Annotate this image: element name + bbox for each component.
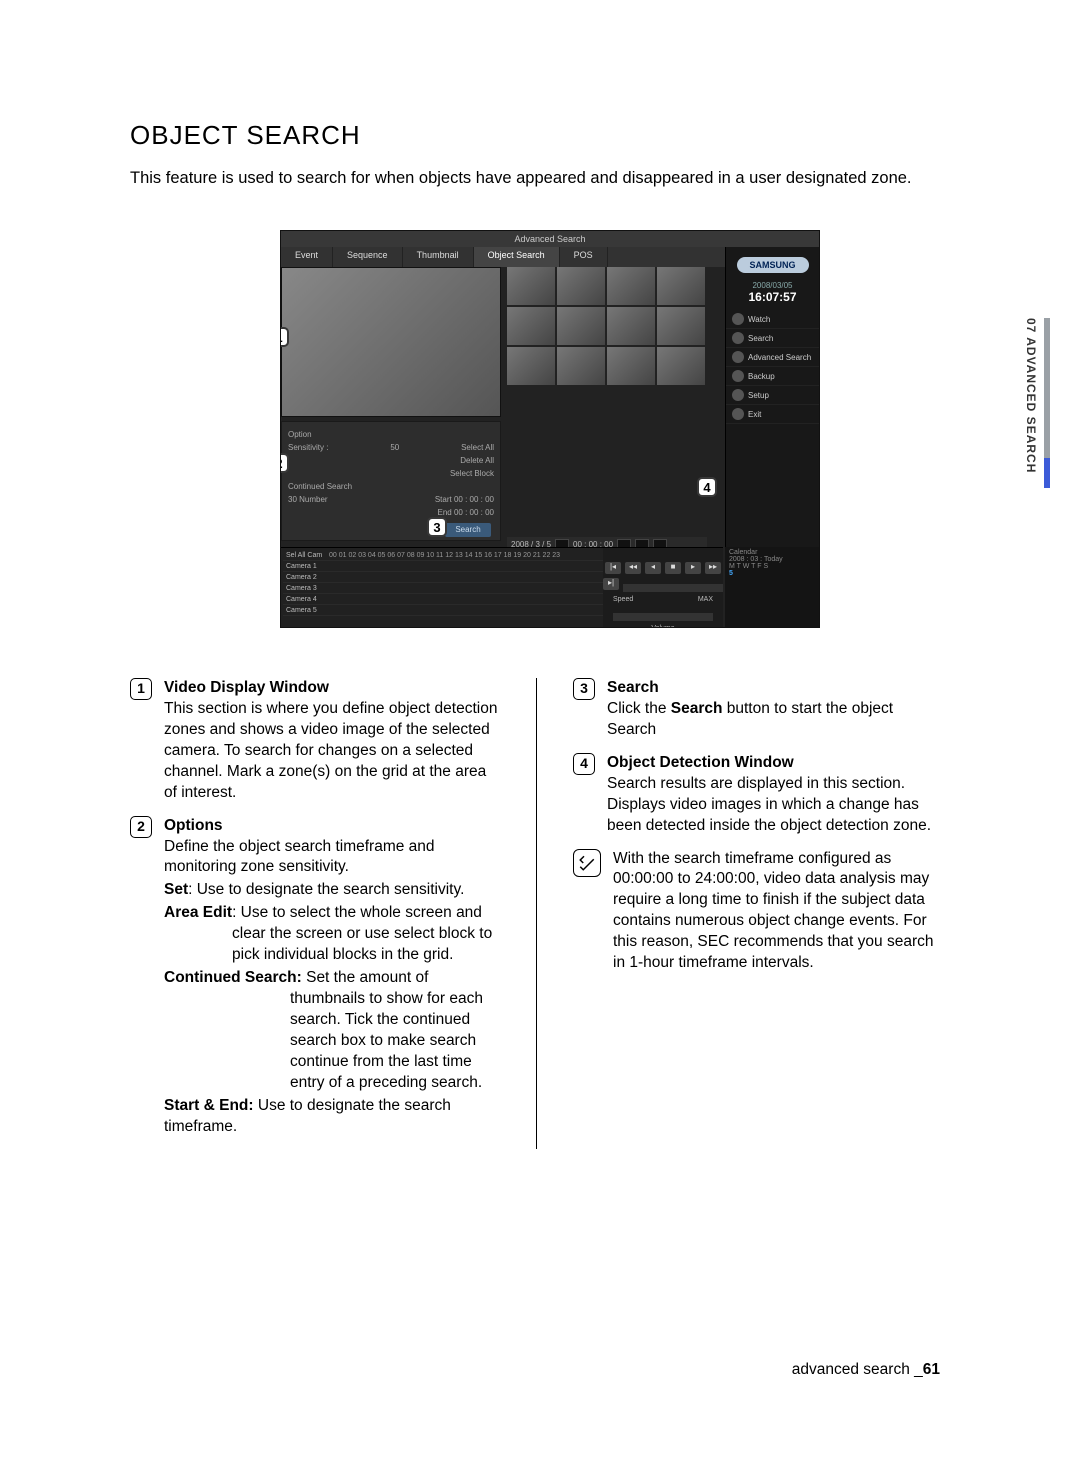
side-tab: 07 ADVANCED SEARCH	[1010, 318, 1050, 488]
play-right-icon[interactable]: ▸	[685, 562, 701, 574]
skip-end-icon[interactable]: ▸|	[603, 578, 619, 590]
tab-pos[interactable]: POS	[560, 247, 608, 267]
sensitivity-value: 50	[390, 443, 399, 452]
legend-body-1: This section is where you define object …	[164, 700, 497, 801]
legend-note: With the search timeframe configured as …	[573, 849, 943, 975]
legend-title-1: Video Display Window	[164, 679, 329, 696]
watch-icon	[732, 313, 744, 325]
calendar-year[interactable]: 2008	[729, 556, 745, 563]
number-value: 30 Number	[288, 495, 328, 504]
stop-icon[interactable]: ■	[665, 562, 681, 574]
legend-badge-1: 1	[130, 678, 152, 700]
calendar-month[interactable]: 03	[750, 556, 758, 563]
playback-controls: |◂ ◂◂ ◂ ■ ▸ ▸▸ ▸| Speed MAX Volume	[603, 547, 723, 627]
start-time-field[interactable]: 00 : 00 : 00	[454, 495, 494, 504]
skip-start-icon[interactable]: |◂	[605, 562, 621, 574]
tab-sequence[interactable]: Sequence	[333, 247, 403, 267]
page-footer: advanced search _61	[792, 1361, 940, 1379]
sensitivity-label: Sensitivity :	[288, 443, 328, 452]
legend-item-3: 3 Search Click the Search button to star…	[573, 678, 943, 741]
camera-row[interactable]: Camera 3	[283, 585, 329, 592]
legend-item-2: 2 Options Define the object search timef…	[130, 816, 500, 1138]
window-title: Advanced Search	[281, 231, 819, 247]
rewind-icon[interactable]: ◂◂	[625, 562, 641, 574]
legend-badge-2: 2	[130, 816, 152, 838]
gear-icon	[732, 389, 744, 401]
legend-title-3: Search	[607, 679, 659, 696]
power-icon	[732, 408, 744, 420]
select-all-button[interactable]: Select All	[461, 443, 494, 452]
legend-body-2: Define the object search timeframe and m…	[164, 838, 435, 876]
camera-row[interactable]: Camera 1	[283, 563, 329, 570]
select-all-cam-button[interactable]: Sel All Cam	[283, 552, 329, 559]
end-time-field[interactable]: 00 : 00 : 00	[454, 508, 494, 517]
callout-2: 2	[280, 453, 289, 473]
legend-title-4: Object Detection Window	[607, 754, 794, 771]
note-icon	[573, 849, 601, 877]
start-label: Start	[435, 495, 452, 504]
section-intro: This feature is used to search for when …	[130, 167, 970, 190]
side-tab-label: 07 ADVANCED SEARCH	[1024, 318, 1038, 473]
calendar-dow: M T W T F S	[729, 563, 815, 570]
search-nav-button[interactable]: Search	[726, 329, 819, 348]
object-detection-window	[507, 267, 707, 387]
setup-button[interactable]: Setup	[726, 386, 819, 405]
camera-row[interactable]: Camera 4	[283, 596, 329, 603]
speed-slider[interactable]	[623, 584, 723, 592]
legend-body-4: Search results are displayed in this sec…	[607, 775, 931, 834]
legend-badge-4: 4	[573, 753, 595, 775]
advanced-search-button[interactable]: Advanced Search	[726, 348, 819, 367]
volume-slider[interactable]	[613, 613, 713, 621]
right-time: 16:07:57	[726, 290, 819, 304]
tab-object-search[interactable]: Object Search	[474, 247, 560, 267]
callout-3: 3	[427, 517, 447, 537]
camera-row[interactable]: Camera 5	[283, 607, 329, 614]
calendar-title: Calendar	[729, 549, 815, 556]
legend-item-1: 1 Video Display Window This section is w…	[130, 678, 500, 804]
backup-button[interactable]: Backup	[726, 367, 819, 386]
exit-button[interactable]: Exit	[726, 405, 819, 424]
delete-all-button[interactable]: Delete All	[460, 456, 494, 465]
legend-item-4: 4 Object Detection Window Search results…	[573, 753, 943, 837]
callout-4: 4	[697, 477, 717, 497]
video-display-window	[281, 267, 501, 417]
screenshot-mock: Advanced Search Event Sequence Thumbnail…	[280, 230, 820, 628]
timeline-hours: 00 01 02 03 04 05 06 07 08 09 10 11 12 1…	[329, 552, 560, 559]
camera-row[interactable]: Camera 2	[283, 574, 329, 581]
brand-logo: SAMSUNG	[737, 257, 809, 273]
volume-label: Volume	[651, 625, 674, 628]
search-button[interactable]: Search	[445, 523, 491, 537]
end-label: End	[438, 508, 452, 517]
page-title: OBJECT SEARCH	[130, 120, 970, 151]
speed-max: MAX	[698, 596, 713, 603]
option-title: Option	[288, 430, 494, 439]
column-divider	[536, 678, 537, 1149]
advanced-icon	[732, 351, 744, 363]
tab-event[interactable]: Event	[281, 247, 333, 267]
tab-thumbnail[interactable]: Thumbnail	[403, 247, 474, 267]
select-block-button[interactable]: Select Block	[450, 469, 494, 478]
calendar-today-button[interactable]: Today	[764, 556, 783, 563]
calendar-highlight-day[interactable]: 5	[729, 570, 815, 577]
watch-button[interactable]: Watch	[726, 310, 819, 329]
right-date: 2008/03/05	[726, 281, 819, 290]
speed-label: Speed	[613, 596, 633, 603]
continued-search-checkbox[interactable]: Continued Search	[288, 482, 352, 491]
play-left-icon[interactable]: ◂	[645, 562, 661, 574]
legend-title-2: Options	[164, 817, 223, 834]
legend: 1 Video Display Window This section is w…	[130, 678, 970, 1149]
forward-icon[interactable]: ▸▸	[705, 562, 721, 574]
search-icon	[732, 332, 744, 344]
callout-1: 1	[280, 327, 289, 347]
legend-note-body: With the search timeframe configured as …	[613, 850, 933, 972]
calendar-panel: Calendar 2008 : 03 : Today M T W T F S 5	[725, 547, 819, 627]
backup-icon	[732, 370, 744, 382]
legend-badge-3: 3	[573, 678, 595, 700]
